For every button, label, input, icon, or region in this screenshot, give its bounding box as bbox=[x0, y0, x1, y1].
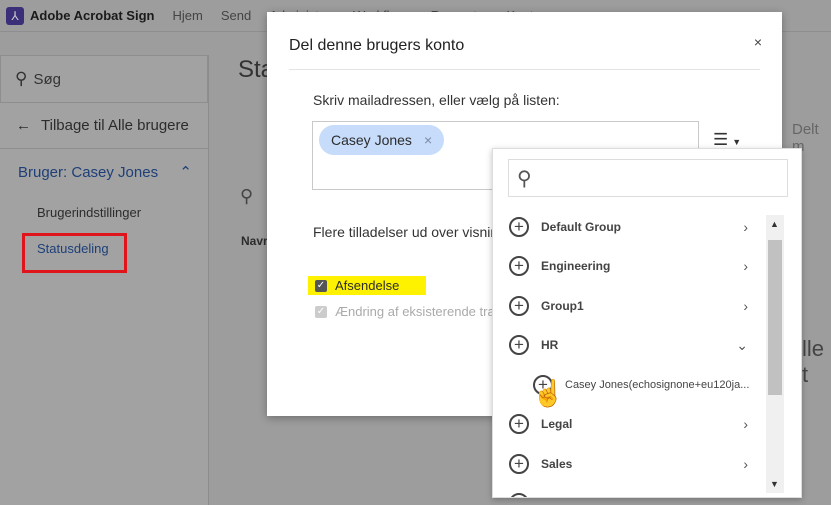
group-item[interactable]: + Legal › bbox=[493, 405, 768, 445]
item-label: Default Group bbox=[541, 219, 621, 234]
remove-chip-icon[interactable]: × bbox=[424, 132, 432, 148]
chevron-icon[interactable]: ⌄ bbox=[736, 337, 748, 354]
email-label: Skriv mailadressen, eller vælg på listen… bbox=[313, 92, 560, 108]
add-circle-icon[interactable]: + bbox=[509, 216, 529, 237]
item-label: Legal bbox=[541, 417, 573, 432]
group-item[interactable]: + HR ⌄ bbox=[493, 326, 768, 366]
permission-send[interactable]: ✓ Afsendelse bbox=[308, 276, 426, 295]
dropdown-search-input[interactable]: ⚲ bbox=[508, 159, 788, 197]
add-circle-icon[interactable]: + bbox=[509, 453, 529, 474]
group-list: + Default Group › + Engineering › + Group1 › + HR ⌄… bbox=[493, 207, 768, 497]
scrollbar-thumb[interactable] bbox=[768, 240, 782, 395]
user-label: Bruger: Casey Jones bbox=[18, 163, 159, 181]
search-label: Søg bbox=[33, 70, 61, 88]
perm-modify-label: Ændring af eksisterende tra bbox=[335, 304, 495, 319]
item-label: Engineering bbox=[541, 259, 611, 274]
nav-send[interactable]: Send bbox=[221, 8, 251, 23]
item-label: Sales bbox=[541, 456, 573, 471]
selection-highlight-box bbox=[22, 233, 127, 273]
group-item[interactable]: + Sales › bbox=[493, 444, 768, 484]
adobe-logo-icon: ⅄ bbox=[6, 6, 24, 25]
add-circle-icon[interactable]: + bbox=[509, 335, 529, 356]
sidebar-item-user-settings[interactable]: Brugerindstillinger bbox=[0, 195, 208, 231]
sidebar: ⚲ Søg ← Tilbage til Alle brugere Bruger: C… bbox=[0, 55, 209, 505]
caret-down-icon: ▼ bbox=[732, 137, 742, 147]
chevron-up-icon: ⌃ bbox=[179, 164, 192, 181]
scroll-down-icon[interactable]: ▼ bbox=[770, 479, 779, 489]
background-text: lle t bbox=[802, 336, 825, 387]
scroll-up-icon[interactable]: ▲ bbox=[770, 219, 779, 229]
chevron-icon[interactable]: ⌄ bbox=[736, 495, 748, 497]
item-label: HR bbox=[541, 496, 558, 497]
main-search-icon: ⚲ bbox=[240, 186, 254, 206]
add-circle-icon[interactable]: + bbox=[509, 414, 529, 435]
chevron-icon[interactable]: › bbox=[743, 298, 748, 314]
group-item[interactable]: + Default Group › bbox=[493, 207, 768, 247]
chevron-icon[interactable]: › bbox=[743, 456, 748, 472]
add-circle-icon[interactable]: + bbox=[509, 493, 529, 497]
item-label: Casey Jones(echosignone+eu120ja... bbox=[565, 378, 750, 391]
add-circle-icon[interactable]: + bbox=[509, 256, 529, 277]
group-dropdown: ⚲ + Default Group › + Engineering › + Group1 › + H… bbox=[492, 148, 802, 498]
chevron-icon[interactable]: › bbox=[743, 219, 748, 235]
recipient-chip: Casey Jones × bbox=[319, 125, 445, 155]
chip-label: Casey Jones bbox=[331, 132, 412, 148]
brand-name: Adobe Acrobat Sign bbox=[30, 8, 155, 23]
back-label: Tilbage til Alle brugere bbox=[41, 117, 189, 134]
checkbox-checked-icon[interactable]: ✓ bbox=[315, 279, 327, 292]
arrow-left-icon: ← bbox=[16, 117, 31, 134]
chevron-icon[interactable]: › bbox=[743, 416, 748, 432]
hand-cursor-icon: ☝ bbox=[532, 378, 565, 408]
scrollbar[interactable]: ▲ ▼ bbox=[766, 215, 784, 493]
back-to-all-users[interactable]: ← Tilbage til Alle brugere bbox=[0, 103, 208, 149]
permissions-label: Flere tilladelser ud over visnin bbox=[313, 224, 499, 240]
search-icon: ⚲ bbox=[517, 167, 532, 190]
list-icon: ☰ bbox=[713, 130, 729, 149]
dialog-title: Del denne brugers konto bbox=[289, 37, 465, 54]
user-section[interactable]: Bruger: Casey Jones ⌃ bbox=[0, 149, 208, 195]
group-item[interactable]: + Engineering › bbox=[493, 247, 768, 287]
perm-send-label: Afsendelse bbox=[335, 278, 400, 293]
checkbox-disabled-icon: ✓ bbox=[315, 305, 327, 318]
column-header-name: Navn bbox=[241, 234, 271, 248]
close-icon[interactable]: × bbox=[754, 34, 762, 50]
add-circle-icon[interactable]: + bbox=[509, 295, 529, 316]
permission-modify: ✓ Ændring af eksisterende tra bbox=[315, 304, 495, 319]
group-item[interactable]: + Group1 › bbox=[493, 286, 768, 326]
search-icon: ⚲ bbox=[15, 69, 28, 88]
item-label: HR bbox=[541, 338, 559, 353]
group-item[interactable]: + HR ⌄ bbox=[493, 484, 768, 497]
nav-home[interactable]: Hjem bbox=[172, 8, 202, 23]
divider bbox=[289, 69, 760, 70]
chevron-icon[interactable]: › bbox=[743, 258, 748, 274]
address-book-button[interactable]: ☰ ▼ bbox=[713, 130, 741, 150]
item-label: Group1 bbox=[541, 298, 584, 313]
sidebar-search[interactable]: ⚲ Søg bbox=[0, 55, 208, 103]
